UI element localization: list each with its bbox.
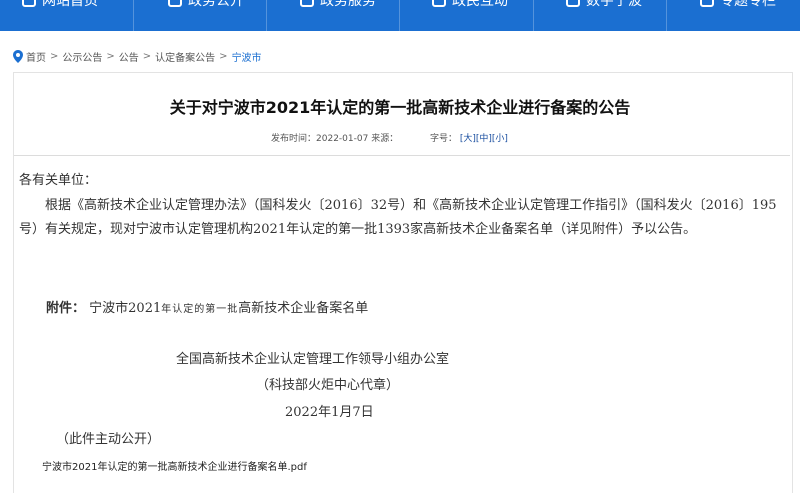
nav-separator [133,0,134,31]
publish-date-label: 发布时间： [271,134,317,144]
signature-proxy-seal: （科技部火炬中心代章） [256,378,400,393]
nav-separator [666,0,667,31]
source-label: 来源： [371,134,399,144]
font-size-small-button[interactable]: [小] [492,134,508,144]
nav-item-interaction[interactable]: 政民互动 [432,0,508,11]
article-meta: 发布时间：2022-01-07 来源： 字号： [大][中][小] [271,131,508,144]
breadcrumb-filing-link[interactable]: 认定备案公告 [155,49,215,64]
breadcrumb: 首页 > 公示公告 > 公告 > 认定备案公告 > 宁波市 [13,48,262,64]
nav-label: 专题专栏 [720,0,776,9]
nav-item-topic[interactable]: 专题专栏 [700,0,776,11]
font-size-large-button[interactable]: [大] [460,134,476,144]
document-icon [168,0,182,7]
nav-label: 政务服务 [320,0,376,9]
public-note: （此件主动公开） [56,432,161,447]
article-paragraph: 根据《高新技术企业认定管理办法》（国科发火〔2016〕32号）和《高新技术企业认… [19,198,777,237]
breadcrumb-home-link[interactable]: 首页 [26,49,46,64]
nav-item-gov-open[interactable]: 政务公开 [168,0,244,11]
nav-item-gov-service[interactable]: 政务服务 [300,0,376,11]
font-size-medium-button[interactable]: [中] [476,134,492,144]
attachment-title-part1: 宁波市2021 [89,301,162,316]
nav-label: 网站首页 [42,0,98,9]
nav-item-home[interactable]: 网站首页 [22,0,98,11]
interaction-icon [432,0,446,7]
breadcrumb-separator: > [50,50,59,62]
attachment-label: 附件： [46,301,86,316]
breadcrumb-separator: > [142,50,152,62]
home-icon [22,0,36,7]
breadcrumb-current[interactable]: 宁波市 [232,49,262,64]
location-pin-icon [13,49,23,63]
nav-label: 数字宁波 [586,0,642,9]
nav-item-digital[interactable]: 数字宁波 [566,0,642,11]
breadcrumb-separator: > [219,50,228,62]
signature-organization: 全国高新技术企业认定管理工作领导小组办公室 [176,352,450,367]
article-title: 关于对宁波市2021年认定的第一批高新技术企业进行备案的公告 [169,98,631,117]
nav-separator [266,0,267,31]
salutation: 各有关单位： [19,173,98,188]
nav-label: 政务公开 [188,0,244,9]
publish-date: 2022-01-07 [316,134,369,144]
top-navigation-bar: 网站首页 政务公开 政务服务 政民互动 数字宁波 专题专栏 [0,0,800,31]
attachment-pdf-link[interactable]: 宁波市2021年认定的第一批高新技术企业进行备案名单.pdf [42,458,307,473]
nav-separator [399,0,400,31]
nav-label: 政民互动 [452,0,508,9]
breadcrumb-announcement-link[interactable]: 公告 [119,49,139,64]
font-size-label: 字号： [429,134,457,144]
attachment-title-part3: 高新技术企业备案名单 [238,301,369,316]
digital-icon [566,0,580,7]
attachment-title-part2: 年认定的第一批 [161,304,239,315]
nav-separator [533,0,534,31]
attachment-line: 附件： 宁波市2021年认定的第一批高新技术企业备案名单 [46,297,368,316]
topic-icon [700,0,714,7]
breadcrumb-separator: > [106,50,115,62]
service-icon [300,0,314,7]
breadcrumb-notice-link[interactable]: 公示公告 [62,49,102,64]
header-divider [14,155,790,156]
signature-date: 2022年1月7日 [285,405,374,420]
